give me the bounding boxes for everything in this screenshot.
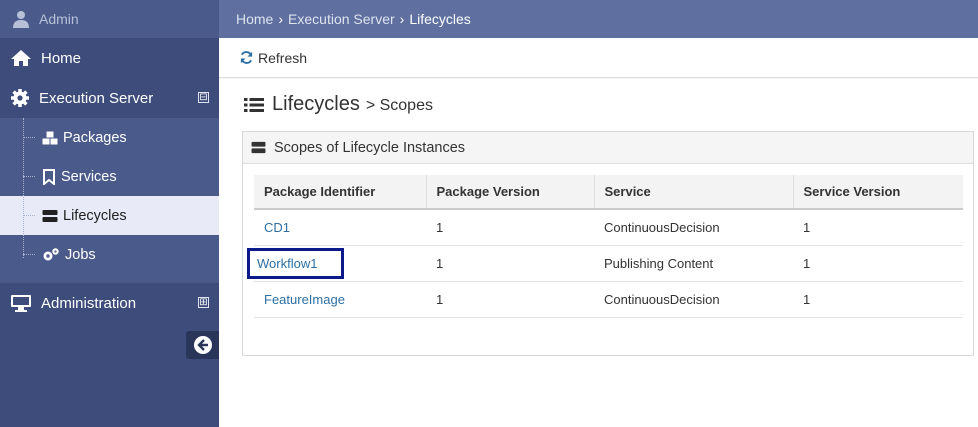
toolbar: Refresh bbox=[219, 38, 978, 78]
table-row[interactable]: Workflow1 1 Publishing Content 1 bbox=[247, 245, 963, 282]
nav-jobs-label: Jobs bbox=[65, 246, 96, 263]
monitor-icon bbox=[11, 295, 31, 312]
nav-home-label: Home bbox=[41, 49, 82, 67]
user-icon bbox=[13, 11, 29, 28]
service-cell: ContinuousDecision bbox=[594, 209, 793, 246]
cubes-icon bbox=[42, 131, 58, 144]
refresh-icon bbox=[240, 51, 253, 64]
refresh-button[interactable]: Refresh bbox=[239, 50, 307, 66]
scopes-table: Package Identifier Package Version Servi… bbox=[247, 175, 963, 318]
submenu-spacer bbox=[0, 274, 219, 283]
execution-server-submenu: Packages Services Lifecycles Jobs bbox=[0, 118, 219, 274]
user-name: Admin bbox=[39, 11, 79, 27]
sidebar: Admin Home Execution Server ⊟ Packages S… bbox=[0, 0, 219, 427]
user-menu[interactable]: Admin bbox=[0, 0, 219, 38]
col-service-version[interactable]: Service Version bbox=[792, 175, 963, 210]
table-row[interactable]: CD1 1 ContinuousDecision 1 bbox=[254, 209, 963, 246]
package-version-cell: 1 bbox=[426, 245, 594, 282]
nav-execution-server-label: Execution Server bbox=[39, 89, 154, 107]
expand-toggle[interactable]: ⊞ bbox=[198, 297, 209, 308]
package-identifier-link[interactable]: FeatureImage bbox=[254, 281, 426, 318]
cogs-icon bbox=[43, 247, 59, 260]
breadcrumb: Home › Execution Server › Lifecycles bbox=[219, 0, 978, 38]
bookmark-icon bbox=[43, 168, 55, 185]
nav-services[interactable]: Services bbox=[0, 157, 219, 196]
main-content: Lifecycles > Scopes Scopes of Lifecycle … bbox=[219, 79, 978, 427]
chevron-right-icon: › bbox=[399, 11, 405, 27]
col-service[interactable]: Service bbox=[593, 175, 793, 210]
nav-jobs[interactable]: Jobs bbox=[0, 235, 219, 274]
page-subtitle: > Scopes bbox=[365, 97, 433, 114]
nav-administration-label: Administration bbox=[41, 294, 137, 312]
list-icon bbox=[244, 97, 264, 112]
scopes-panel: Scopes of Lifecycle Instances Package Id… bbox=[242, 131, 974, 356]
breadcrumb-lifecycles: Lifecycles bbox=[409, 11, 471, 27]
nav-lifecycles-label: Lifecycles bbox=[63, 207, 127, 224]
nav-services-label: Services bbox=[61, 168, 117, 185]
package-version-cell: 1 bbox=[426, 209, 594, 246]
col-package-version[interactable]: Package Version bbox=[425, 175, 594, 210]
service-cell: Publishing Content bbox=[594, 245, 793, 282]
nav-packages-label: Packages bbox=[63, 129, 127, 146]
gear-icon bbox=[11, 89, 29, 107]
chevron-right-icon: › bbox=[278, 11, 284, 27]
nav-home[interactable]: Home bbox=[0, 38, 219, 78]
page-title: Lifecycles > Scopes bbox=[244, 93, 433, 116]
package-identifier-cell: Workflow1 bbox=[247, 245, 426, 282]
breadcrumb-execution-server[interactable]: Execution Server bbox=[288, 11, 395, 27]
arrow-left-circle-icon bbox=[193, 336, 212, 354]
nav-packages[interactable]: Packages bbox=[0, 118, 219, 157]
home-icon bbox=[11, 50, 31, 66]
table-header-row: Package Identifier Package Version Servi… bbox=[254, 175, 963, 210]
service-cell: ContinuousDecision bbox=[594, 281, 793, 318]
breadcrumb-home[interactable]: Home bbox=[236, 11, 273, 27]
server-icon bbox=[42, 209, 58, 222]
package-identifier-link[interactable]: CD1 bbox=[254, 209, 426, 246]
package-version-cell: 1 bbox=[426, 281, 594, 318]
server-icon bbox=[251, 141, 266, 154]
col-package-identifier[interactable]: Package Identifier bbox=[254, 175, 426, 210]
panel-header: Scopes of Lifecycle Instances bbox=[243, 132, 973, 164]
page-title-text: Lifecycles bbox=[272, 93, 360, 115]
service-version-cell: 1 bbox=[793, 281, 963, 318]
nav-administration[interactable]: Administration ⊞ bbox=[0, 283, 219, 323]
table-row[interactable]: FeatureImage 1 ContinuousDecision 1 bbox=[254, 281, 963, 318]
nav-lifecycles[interactable]: Lifecycles bbox=[0, 196, 219, 235]
sidebar-collapse-button[interactable] bbox=[186, 331, 219, 359]
nav-execution-server[interactable]: Execution Server ⊟ bbox=[0, 78, 219, 118]
refresh-label: Refresh bbox=[258, 49, 308, 66]
service-version-cell: 1 bbox=[793, 245, 963, 282]
collapse-toggle[interactable]: ⊟ bbox=[198, 92, 209, 103]
service-version-cell: 1 bbox=[793, 209, 963, 246]
package-identifier-link[interactable]: Workflow1 bbox=[247, 247, 345, 279]
panel-title: Scopes of Lifecycle Instances bbox=[274, 139, 466, 156]
